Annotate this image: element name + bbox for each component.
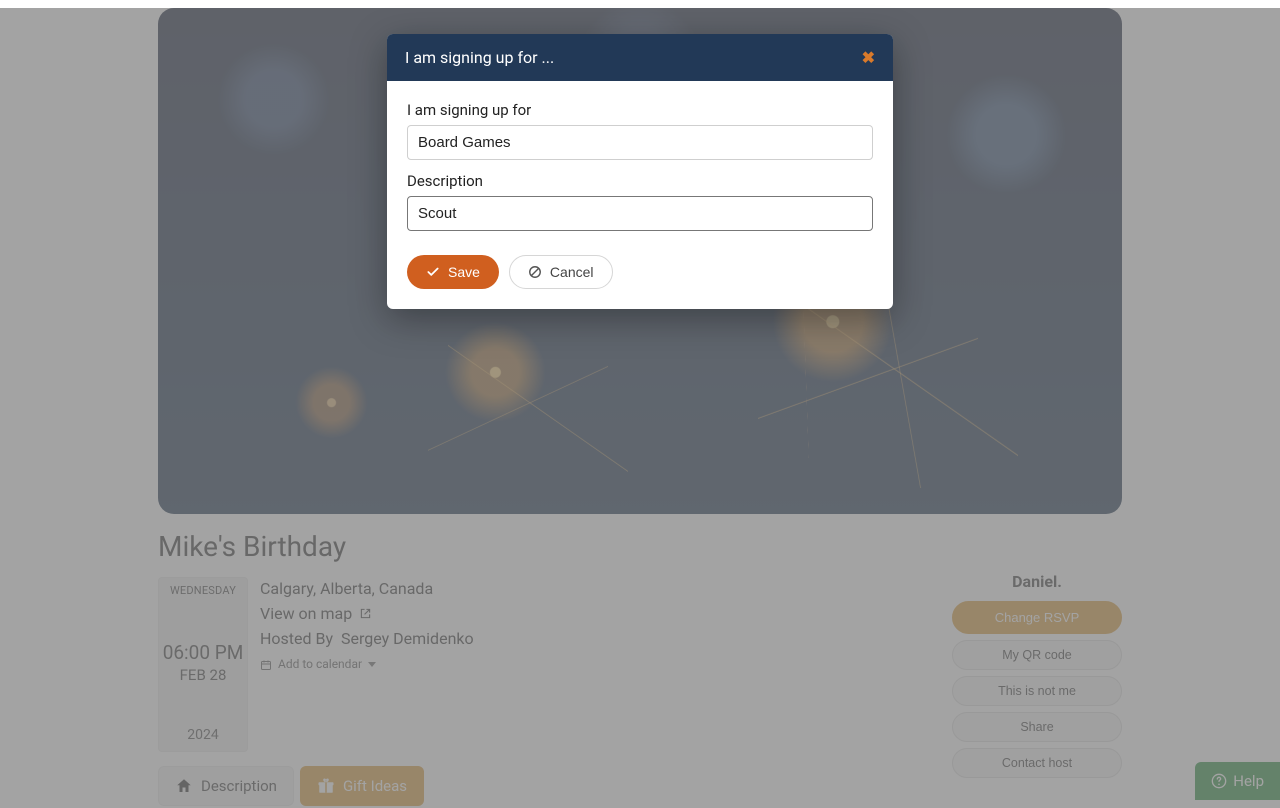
save-button[interactable]: Save — [407, 255, 499, 289]
close-icon[interactable]: ✖ — [862, 48, 875, 67]
check-icon — [426, 265, 440, 279]
description-input[interactable] — [407, 196, 873, 231]
modal-title: I am signing up for ... — [405, 48, 554, 67]
cancel-icon — [528, 265, 542, 279]
description-label: Description — [407, 172, 873, 190]
cancel-button[interactable]: Cancel — [509, 255, 613, 289]
modal-header: I am signing up for ... ✖ — [387, 34, 893, 81]
cancel-button-label: Cancel — [550, 264, 594, 280]
signup-modal: I am signing up for ... ✖ I am signing u… — [387, 34, 893, 309]
save-button-label: Save — [448, 264, 480, 280]
signup-item-label: I am signing up for — [407, 101, 873, 119]
signup-item-input[interactable] — [407, 125, 873, 160]
